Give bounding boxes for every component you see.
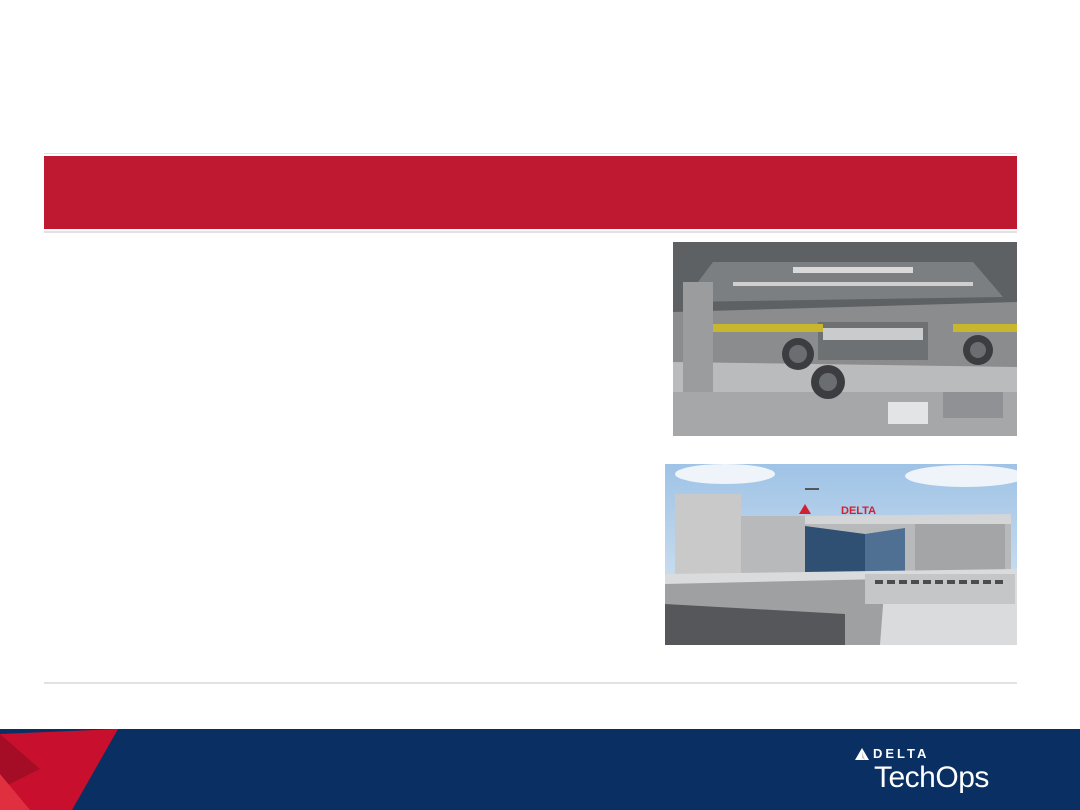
logo-word: DELTA	[873, 746, 930, 761]
title-bottom-rule	[44, 231, 1017, 233]
hangar-interior-photo	[673, 242, 1017, 436]
delta-techops-logo: DELTA TechOps	[855, 747, 1005, 797]
building-sign: DELTA	[841, 505, 876, 517]
delta-widget-graphic	[0, 729, 118, 810]
slide-title-band	[44, 156, 1017, 229]
delta-triangle-icon	[855, 748, 869, 760]
facility-exterior-photo: DELTA	[665, 464, 1017, 645]
title-top-rule	[44, 153, 1017, 154]
logo-subtitle: TechOps	[874, 761, 989, 794]
content-bottom-rule	[44, 682, 1017, 684]
